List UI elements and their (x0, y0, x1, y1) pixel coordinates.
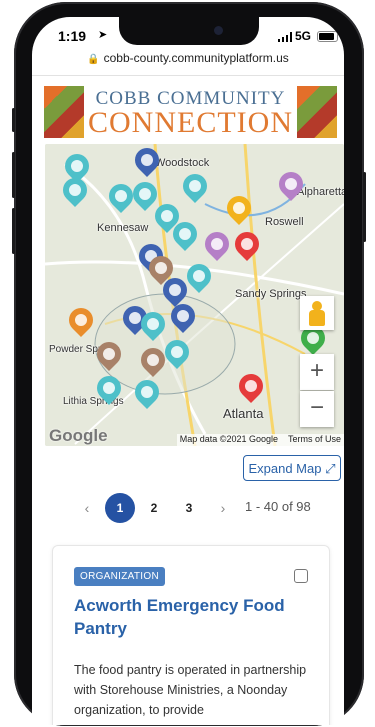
place-label: Kennesaw (97, 222, 149, 234)
page-3-button[interactable]: 3 (174, 493, 204, 523)
place-label: Sandy Springs (235, 288, 307, 300)
page-1-button[interactable]: 1 (105, 493, 135, 523)
terms-of-use-link[interactable]: Terms of Use (288, 434, 341, 444)
zoom-out-button[interactable]: − (300, 391, 334, 427)
results-range: 1 - 40 of 98 (245, 499, 311, 514)
volume-down-button (12, 208, 15, 254)
zoom-in-button[interactable]: + (300, 354, 334, 390)
battery-icon (317, 31, 338, 42)
page-2-button[interactable]: 2 (139, 493, 169, 523)
place-label: Roswell (265, 216, 304, 228)
next-page-button[interactable]: › (208, 493, 238, 523)
listing-title[interactable]: Acworth Emergency Food Pantry (74, 594, 314, 640)
power-button (363, 172, 366, 242)
network-type: 5G (295, 29, 312, 43)
listing-card[interactable]: ORGANIZATION Acworth Emergency Food Pant… (52, 545, 330, 725)
expand-map-button[interactable]: Expand Map ⤢ (243, 455, 341, 481)
place-label: Woodstock (155, 157, 210, 169)
street-view-pegman-icon[interactable] (300, 296, 334, 330)
select-checkbox[interactable] (294, 569, 308, 583)
google-logo: Google (49, 426, 108, 445)
header-divider (32, 75, 344, 76)
phone-screen: 1:19 ➤ 5G 🔒 cobb-county.communityplatform… (32, 17, 344, 725)
pagination: ‹ 1 2 3 › 1 - 40 of 98 (32, 493, 344, 527)
place-label: Alpharetta (297, 186, 344, 198)
map-attribution: Map data ©2021 Google Terms of Use (176, 434, 344, 446)
puzzle-right-graphic (297, 86, 337, 138)
logo-line2: CONNECTION (88, 106, 293, 139)
signal-icon (278, 32, 292, 42)
address-bar[interactable]: 🔒 cobb-county.communityplatform.us (32, 51, 344, 73)
listing-description: The food pantry is operated in partnersh… (74, 663, 307, 717)
site-logo[interactable]: COBB COMMUNITY CONNECTION (44, 86, 337, 139)
map[interactable]: Woodstock Alpharetta Roswell Kennesaw Sa… (45, 144, 344, 446)
status-bar: 1:19 ➤ 5G (32, 17, 344, 51)
map-data-credit: Map data ©2021 Google (179, 434, 278, 444)
url-text: cobb-county.communityplatform.us (103, 51, 289, 65)
prev-page-button[interactable]: ‹ (72, 493, 102, 523)
lock-icon: 🔒 (87, 54, 100, 65)
status-time: 1:19 (58, 28, 87, 44)
category-badge: ORGANIZATION (74, 567, 165, 586)
location-arrow-icon: ➤ (98, 29, 108, 41)
volume-up-button (12, 152, 15, 198)
mute-switch (12, 108, 15, 132)
place-label: Atlanta (223, 406, 264, 421)
puzzle-left-graphic (44, 86, 84, 138)
